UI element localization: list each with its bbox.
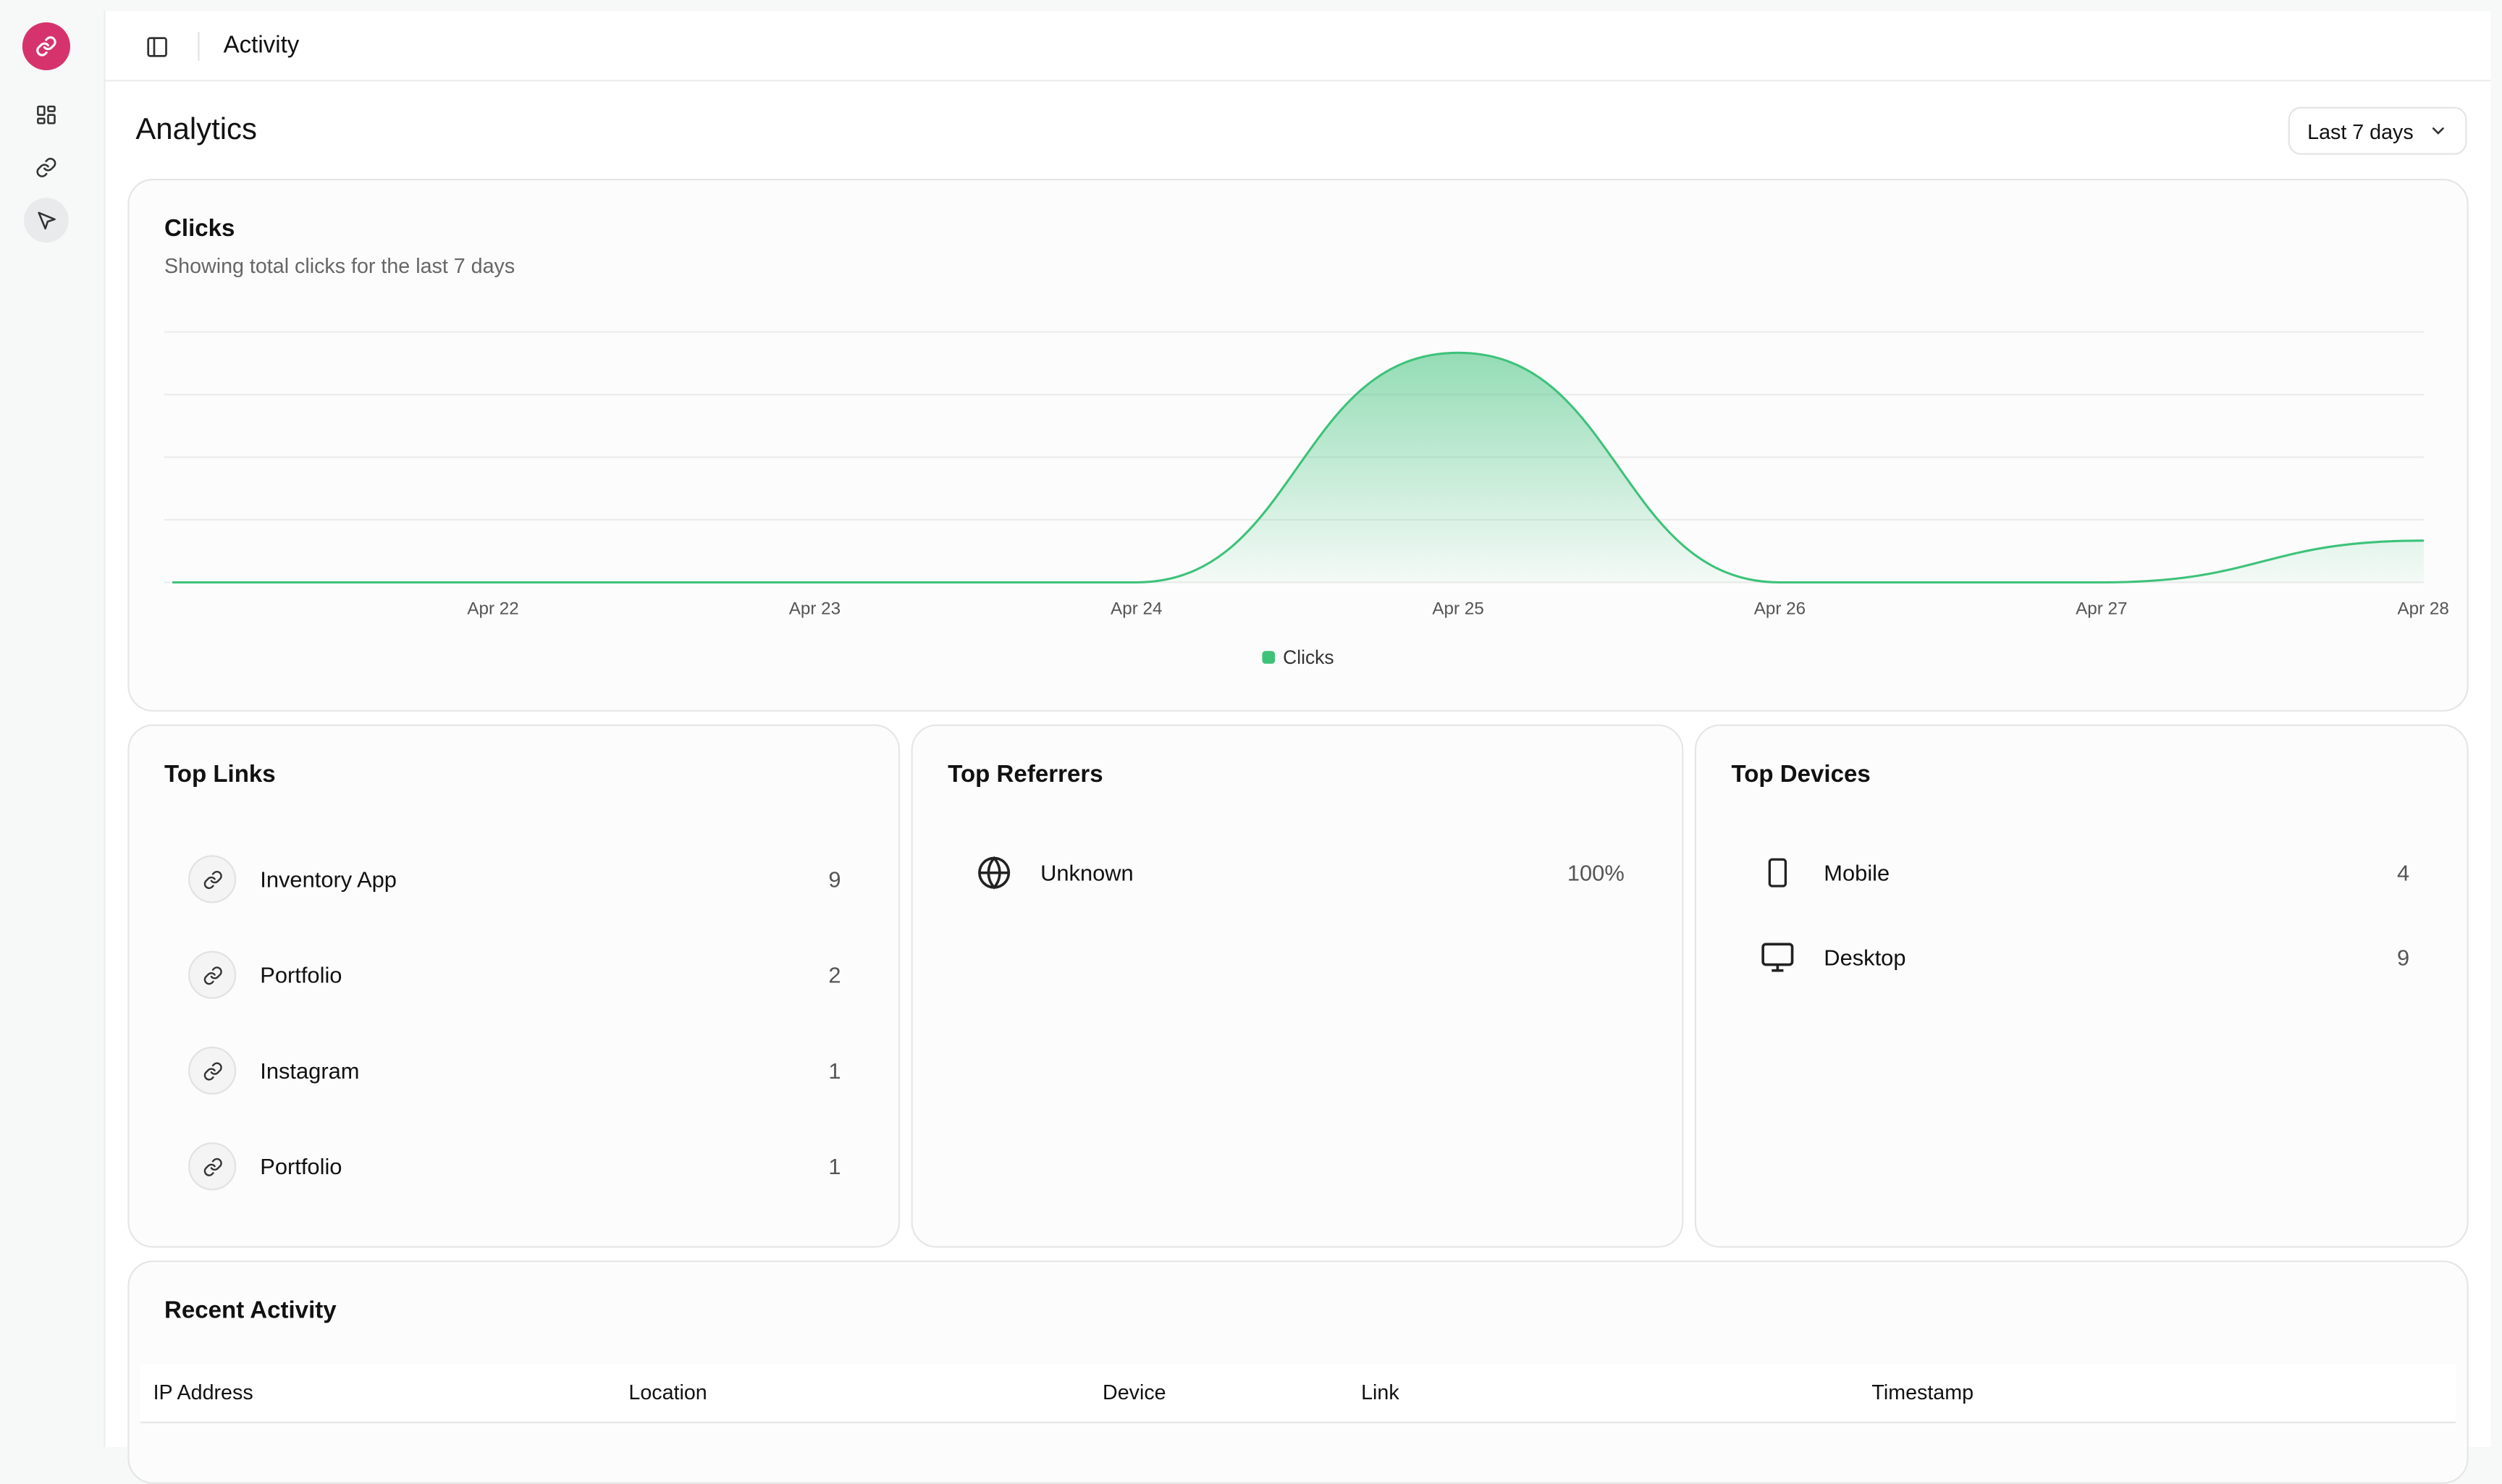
x-tick-label: Apr 28 (2397, 599, 2448, 619)
list-item-count: 9 (2397, 944, 2410, 971)
list-item-count: 1 (828, 1058, 841, 1084)
recent-activity-card: Recent Activity IP Address Location Devi… (127, 1260, 2469, 1484)
list-item-count: 1 (828, 1153, 841, 1179)
cursor-icon (38, 211, 56, 230)
nav-activity[interactable] (24, 198, 69, 243)
column-header-location[interactable]: Location (628, 1380, 707, 1404)
panel-left-icon (146, 36, 167, 56)
recent-activity-title: Recent Activity (164, 1297, 337, 1325)
sidebar (0, 0, 93, 1448)
list-item-label: Unknown (1040, 860, 1134, 886)
list-item-percent: 100% (1567, 860, 1625, 886)
list-item[interactable]: Desktop 9 (1731, 929, 2432, 986)
x-tick-label: Apr 25 (1432, 599, 1483, 619)
top-links-title: Top Links (164, 761, 276, 788)
x-tick-label: Apr 22 (467, 599, 518, 619)
top-links-card: Top Links Inventory App 9 Portfolio 2 In… (127, 724, 901, 1248)
dashboard-icon (37, 105, 56, 125)
top-devices-title: Top Devices (1731, 761, 1871, 788)
column-header-link[interactable]: Link (1361, 1380, 1399, 1404)
mobile-icon (1756, 851, 1800, 895)
column-header-ip[interactable]: IP Address (153, 1380, 253, 1404)
nav-links[interactable] (24, 146, 69, 190)
list-item-label: Mobile (1824, 860, 1890, 886)
x-tick-label: Apr 24 (1111, 599, 1162, 619)
divider (198, 32, 200, 61)
column-header-device[interactable]: Device (1103, 1380, 1166, 1404)
legend-swatch (1262, 651, 1276, 664)
list-item-label: Instagram (260, 1058, 360, 1084)
x-tick-label: Apr 27 (2076, 599, 2127, 619)
list-item[interactable]: Instagram 1 (164, 1042, 863, 1099)
link-icon (36, 157, 56, 177)
list-item[interactable]: Unknown 100% (948, 844, 1646, 901)
chevron-down-icon (2432, 127, 2444, 135)
top-referrers-title: Top Referrers (948, 761, 1103, 788)
column-header-timestamp[interactable]: Timestamp (1871, 1380, 1974, 1404)
list-item-label: Portfolio (260, 962, 342, 988)
clicks-card: Clicks Showing total clicks for the last… (127, 178, 2469, 712)
x-tick-label: Apr 26 (1754, 599, 1806, 619)
list-item-count: 4 (2397, 860, 2410, 886)
top-devices-card: Top Devices Mobile 4 Desktop 9 (1694, 724, 2469, 1248)
clicks-chart: Apr 22 Apr 23 Apr 24 Apr 25 Apr 26 Apr 27 Apr … (164, 331, 2449, 619)
link-icon (188, 1046, 237, 1095)
x-tick-label: Apr 23 (789, 599, 841, 619)
page-title: Analytics (135, 113, 257, 147)
date-range-value: Last 7 days (2307, 119, 2414, 143)
list-item-label: Desktop (1824, 944, 1906, 971)
link-icon (188, 950, 237, 999)
list-item[interactable]: Mobile 4 (1731, 844, 2432, 901)
list-item-label: Portfolio (260, 1153, 342, 1179)
legend-label: Clicks (1283, 646, 1334, 669)
link-icon (188, 1142, 237, 1191)
top-bar: Activity (105, 11, 2491, 82)
list-item-count: 2 (828, 962, 841, 988)
list-item-count: 9 (828, 866, 841, 893)
list-item[interactable]: Inventory App 9 (164, 851, 863, 908)
sidebar-toggle-button[interactable] (140, 30, 172, 62)
chart-legend: Clicks (1262, 646, 1334, 669)
desktop-icon (1756, 935, 1800, 980)
breadcrumb: Activity (223, 32, 300, 59)
date-range-select[interactable]: Last 7 days (2288, 106, 2467, 155)
list-item[interactable]: Portfolio 2 (164, 946, 863, 1003)
main-panel: Activity Analytics Last 7 days Clicks Sh… (104, 11, 2491, 1484)
top-referrers-card: Top Referrers Unknown 100% (911, 724, 1684, 1248)
list-item[interactable]: Portfolio 1 (164, 1138, 863, 1195)
globe-icon (972, 851, 1016, 895)
activity-table-header: IP Address Location Device Link Timestam… (140, 1364, 2456, 1424)
app-logo[interactable] (22, 22, 70, 70)
link-icon (188, 855, 237, 903)
list-item-label: Inventory App (260, 866, 397, 893)
nav-dashboard[interactable] (24, 93, 69, 138)
link-logo-icon (36, 36, 56, 56)
